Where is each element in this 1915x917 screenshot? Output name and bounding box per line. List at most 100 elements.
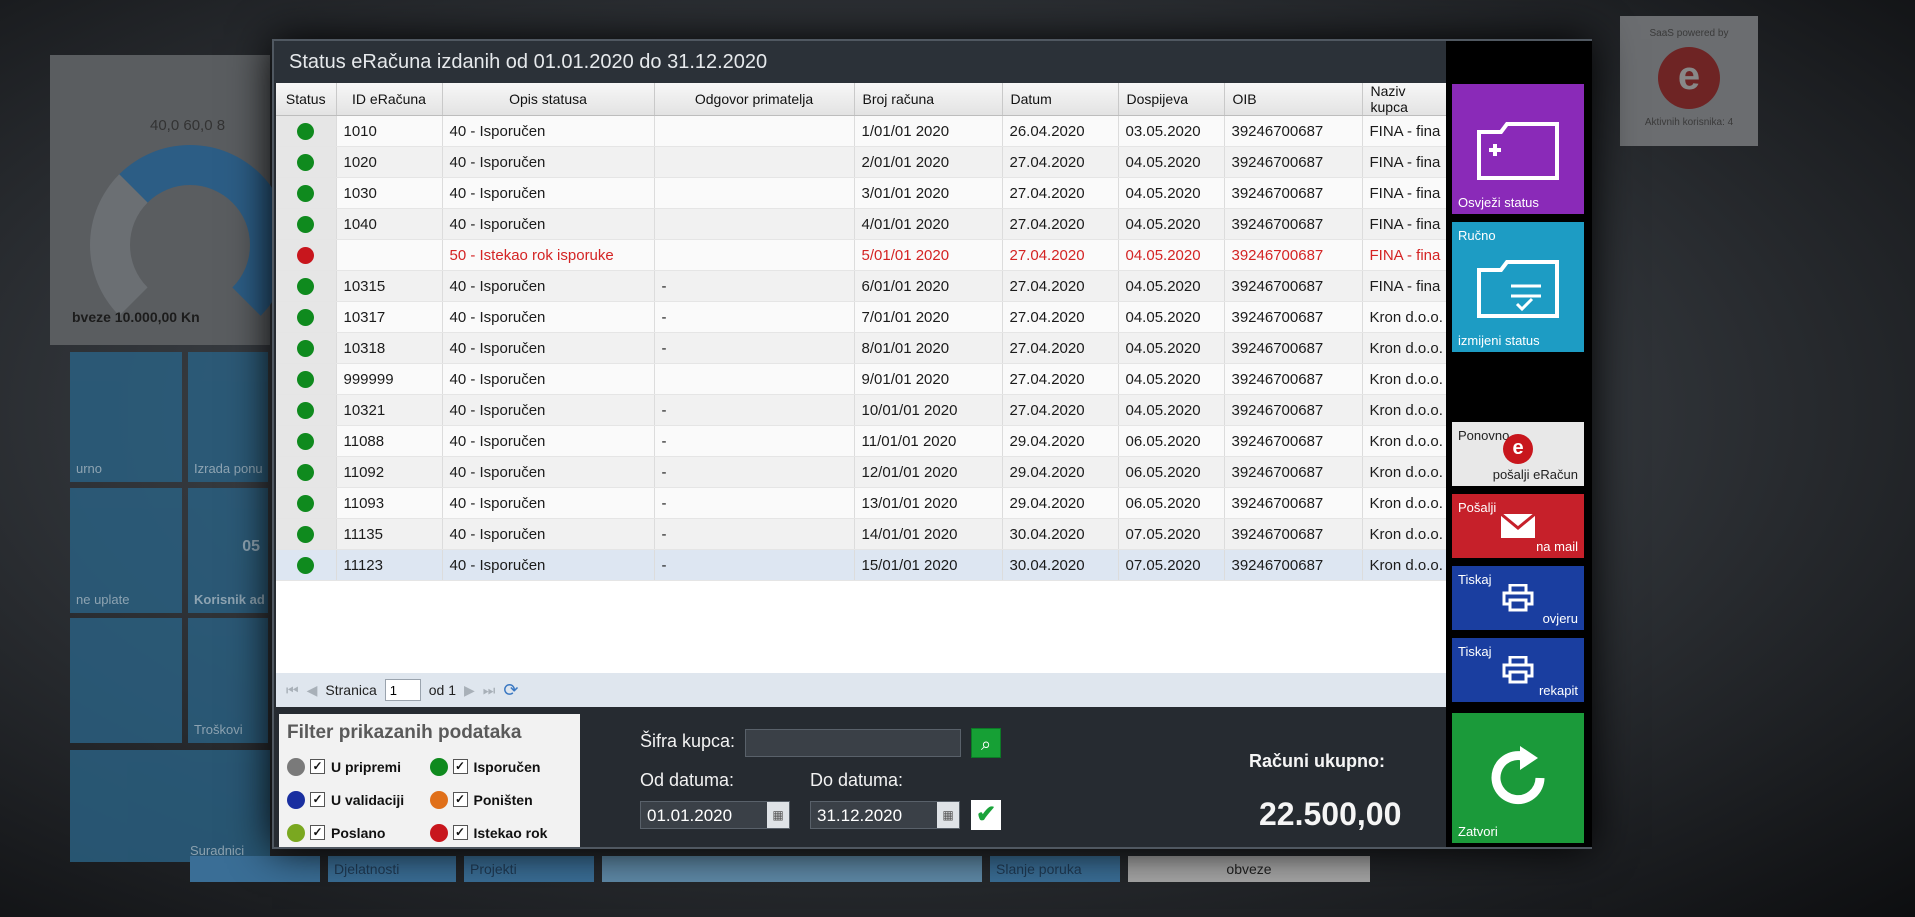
cell-datum: 29.04.2020 [1002, 425, 1119, 457]
table-row[interactable]: 11123 40 - Isporučen -15/01/01 2020 30.04.2… [276, 549, 1446, 581]
printer-icon [1502, 584, 1534, 612]
posalji-na-mail-button[interactable]: Pošalji na mail [1452, 494, 1584, 558]
col-header-dospijeva[interactable]: Dospijeva [1118, 83, 1225, 116]
col-header-datum[interactable]: Datum [1002, 83, 1119, 116]
table-row[interactable]: 1040 40 - Isporučen 4/01/01 2020 27.04.2020… [276, 208, 1446, 240]
tile-label: na mail [1536, 539, 1578, 554]
filter-checkbox[interactable]: ✓ [310, 792, 325, 807]
cell-kupac: Kron d.o.o. [1362, 456, 1446, 488]
cell-oib: 39246700687 [1224, 301, 1363, 333]
cell-id: 10318 [336, 332, 443, 364]
cell-kupac: FINA - fina [1362, 146, 1446, 178]
sifra-kupca-input[interactable] [745, 729, 961, 757]
col-header-id[interactable]: ID eRačuna [336, 83, 443, 116]
cell-id: 11093 [336, 487, 443, 519]
background-taskbar: Djelatnosti Projekti Slanje poruka obvez… [190, 856, 1370, 888]
filter-item[interactable]: ✓ Isporučen [429, 757, 573, 776]
table-row[interactable]: 999999 40 - Isporučen 9/01/01 2020 27.04.20… [276, 363, 1446, 395]
cell-broj: 4/01/01 2020 [854, 208, 1003, 240]
filter-checkbox[interactable]: ✓ [310, 825, 325, 840]
page-input[interactable] [384, 679, 421, 701]
last-page-icon[interactable]: ⏭ [483, 682, 496, 699]
col-header-opis[interactable]: Opis statusa [442, 83, 655, 116]
rucno-izmijeni-status-button[interactable]: Ručno izmijeni status [1452, 222, 1584, 352]
table-row[interactable]: 1020 40 - Isporučen 2/01/01 2020 27.04.2020… [276, 146, 1446, 178]
table-row[interactable]: 10321 40 - Isporučen -10/01/01 2020 27.04.2… [276, 394, 1446, 426]
cell-opis: 40 - Isporučen [442, 487, 655, 519]
status-cell [276, 487, 337, 519]
col-header-status[interactable]: Status [276, 83, 337, 116]
filter-item[interactable]: ✓ Poništen [429, 790, 573, 809]
eracun-logo-icon: e [1658, 47, 1720, 109]
do-datuma-input[interactable]: 31.12.2020 ▦ [810, 801, 960, 829]
cell-kupac: FINA - fina [1362, 239, 1446, 271]
cell-odgovor [654, 146, 855, 178]
first-page-icon[interactable]: ⏮ [286, 682, 299, 699]
status-dot-icon [297, 277, 315, 295]
col-header-broj[interactable]: Broj računa [854, 83, 1003, 116]
status-dot-icon [297, 432, 315, 450]
table-row[interactable]: 11093 40 - Isporučen -13/01/01 2020 29.04.2… [276, 487, 1446, 519]
table-row[interactable]: 10318 40 - Isporučen -8/01/01 2020 27.04.20… [276, 332, 1446, 364]
cell-id: 1010 [336, 115, 443, 147]
col-header-odgovor[interactable]: Odgovor primatelja [654, 83, 855, 116]
background-tile: 05 Korisnik ad [188, 488, 268, 613]
zatvori-button[interactable]: Zatvori [1452, 713, 1584, 843]
status-dot-icon [297, 525, 315, 543]
filter-item[interactable]: ✓ Poslano [287, 823, 430, 842]
refresh-icon[interactable]: ⟳ [503, 680, 518, 701]
ponovno-posalji-eracun-button[interactable]: Ponovno e pošalji eRačun [1452, 422, 1584, 486]
invoice-grid[interactable]: Status ID eRačuna Opis statusa Odgovor p… [276, 83, 1446, 707]
saas-badge: SaaS powered by e Aktivnih korisnika: 4 [1620, 16, 1758, 146]
filter-checkbox[interactable]: ✓ [452, 792, 468, 807]
tiskaj-ovjeru-button[interactable]: Tiskaj ovjeru [1452, 566, 1584, 630]
calendar-icon[interactable]: ▦ [767, 802, 789, 828]
tiskaj-rekapit-button[interactable]: Tiskaj rekapit [1452, 638, 1584, 702]
table-row[interactable]: 1010 40 - Isporučen 1/01/01 2020 26.04.2020… [276, 115, 1446, 147]
cell-kupac: Kron d.o.o. [1362, 301, 1446, 333]
cell-id: 11092 [336, 456, 443, 488]
filter-item[interactable]: ✓ U pripremi [287, 757, 430, 776]
col-header-oib[interactable]: OIB [1224, 83, 1363, 116]
filter-item[interactable]: ✓ U validaciji [287, 790, 430, 809]
table-row[interactable]: 10317 40 - Isporučen -7/01/01 2020 27.04.20… [276, 301, 1446, 333]
filter-label: U validaciji [331, 791, 405, 808]
filter-row: ✓ Poslano ✓ Istekao rok [287, 816, 572, 849]
table-row[interactable]: 11088 40 - Isporučen -11/01/01 2020 29.04.2… [276, 425, 1446, 457]
calendar-icon[interactable]: ▦ [937, 802, 959, 828]
status-cell [276, 456, 337, 488]
apply-filter-button[interactable]: ✔ [971, 800, 1001, 830]
search-button[interactable]: ⌕ [971, 728, 1001, 758]
filter-item[interactable]: ✓ Istekao rok [429, 823, 573, 842]
cell-kupac: Kron d.o.o. [1362, 363, 1446, 395]
background-tile [70, 618, 182, 743]
background-gauge-widget: 40,0 60,0 8 bveze 10.000,00 Kn [50, 55, 290, 345]
next-page-icon[interactable]: ▶ [464, 682, 475, 699]
prev-page-icon[interactable]: ◀ [307, 682, 318, 699]
refresh-arrow-icon [1491, 746, 1545, 805]
status-dot-icon [297, 153, 315, 171]
table-row[interactable]: 11092 40 - Isporučen -12/01/01 2020 29.04.2… [276, 456, 1446, 488]
od-datuma-label: Od datuma: [640, 770, 735, 790]
osvjezi-status-button[interactable]: Osvježi status [1452, 84, 1584, 214]
table-row[interactable]: 11135 40 - Isporučen -14/01/01 2020 30.04.2… [276, 518, 1446, 550]
cell-opis: 40 - Isporučen [442, 456, 655, 488]
filter-checkbox[interactable]: ✓ [452, 759, 468, 774]
od-datuma-input[interactable]: 01.01.2020 ▦ [640, 801, 790, 829]
table-row[interactable]: 1030 40 - Isporučen 3/01/01 2020 27.04.2020… [276, 177, 1446, 209]
status-dot-icon [429, 790, 448, 809]
cell-oib: 39246700687 [1224, 425, 1363, 457]
cell-odgovor: - [654, 456, 855, 488]
background-tile: Suradnici [70, 750, 270, 862]
status-cell [276, 425, 337, 457]
filter-checkbox[interactable]: ✓ [310, 759, 325, 774]
col-header-kupac[interactable]: Naziv kupca [1362, 83, 1446, 116]
tile-label: pošalji eRačun [1492, 467, 1578, 482]
status-dot-icon [297, 556, 315, 574]
filter-label: Poslano [331, 824, 386, 841]
cell-oib: 39246700687 [1224, 332, 1363, 364]
filter-checkbox[interactable]: ✓ [452, 825, 468, 840]
status-dot-icon [297, 370, 315, 388]
table-row[interactable]: 10315 40 - Isporučen -6/01/01 2020 27.04.20… [276, 270, 1446, 302]
table-row[interactable]: 50 - Istekao rok isporuke 5/01/01 2020 27.… [276, 239, 1446, 271]
